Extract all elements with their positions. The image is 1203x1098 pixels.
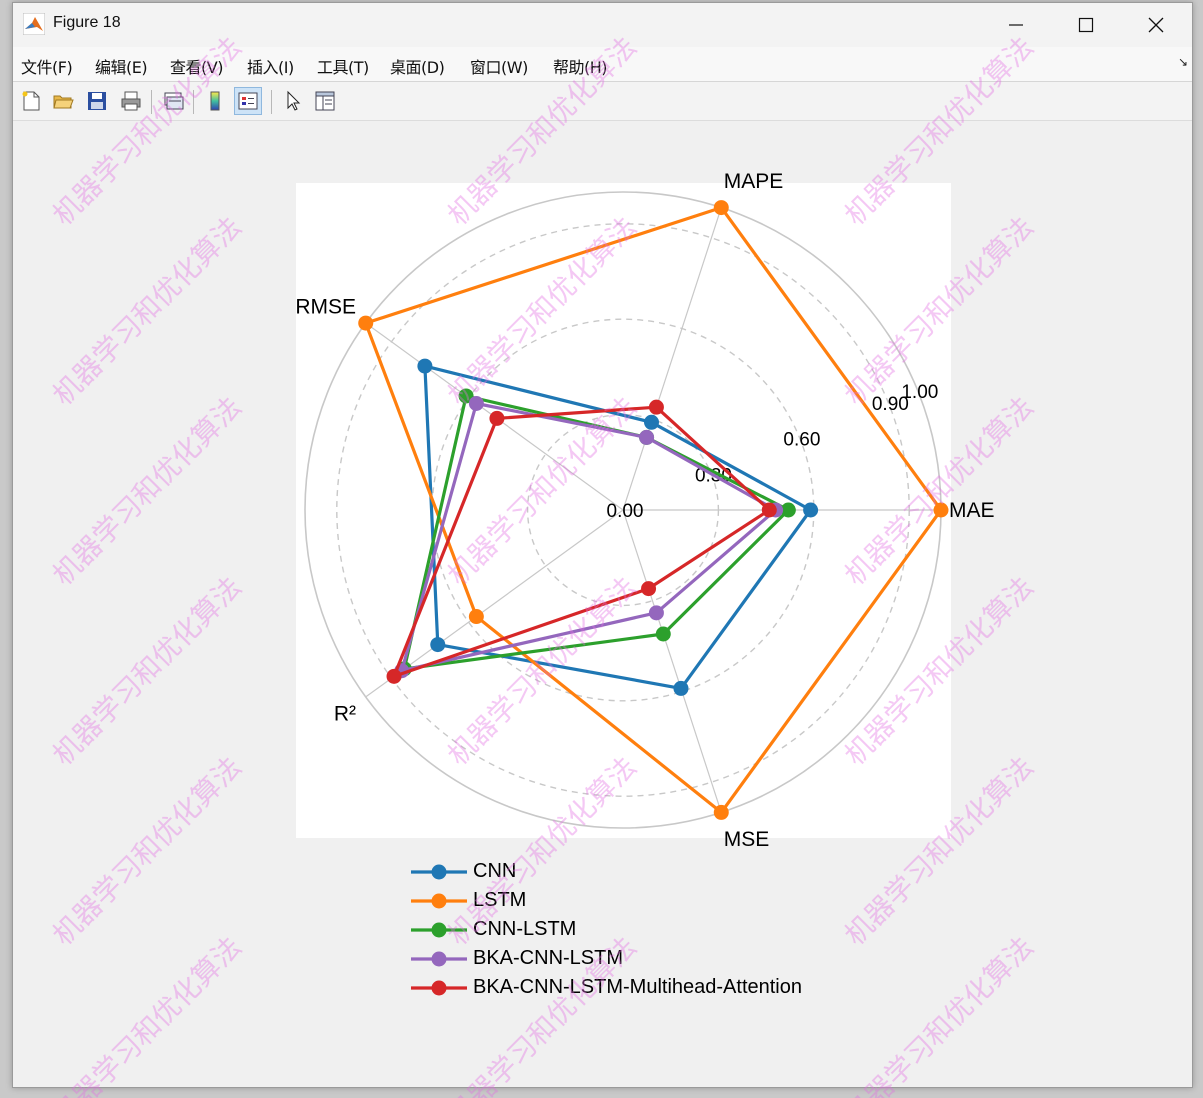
- legend-marker: [431, 922, 447, 937]
- legend-button[interactable]: [234, 87, 262, 115]
- legend-label: BKA-CNN-LSTM-Multihead-Attention: [473, 976, 802, 998]
- data-point: [648, 399, 664, 415]
- radial-tick-label: 0.60: [783, 430, 820, 451]
- data-point: [648, 605, 664, 621]
- print-button[interactable]: [117, 87, 145, 115]
- maximize-button[interactable]: [1052, 3, 1120, 47]
- minimize-icon: [1009, 24, 1023, 26]
- legend-swatch: [411, 864, 467, 879]
- property-inspector-icon: [315, 91, 335, 111]
- axis-label: MSE: [724, 828, 770, 851]
- data-point: [713, 804, 729, 820]
- toolbar-separator: [151, 90, 152, 114]
- data-point: [489, 410, 505, 426]
- window-title: Figure 18: [53, 14, 121, 31]
- edit-plot-button[interactable]: [279, 87, 307, 115]
- legend-label: LSTM: [473, 889, 527, 911]
- legend-item: CNN-LSTM: [409, 915, 849, 944]
- menu-view[interactable]: 查看(V): [170, 54, 223, 78]
- matlab-logo-icon: [23, 13, 45, 35]
- data-point: [641, 581, 657, 597]
- axis-label: R²: [334, 702, 356, 725]
- legend-item: BKA-CNN-LSTM-Multihead-Attention: [409, 973, 849, 1002]
- legend-swatch: [411, 922, 467, 937]
- radial-tick-label: 1.00: [901, 382, 938, 403]
- menu-help[interactable]: 帮助(H): [553, 54, 608, 78]
- property-inspector-button[interactable]: [311, 87, 339, 115]
- save-button[interactable]: [83, 87, 111, 115]
- data-point: [761, 502, 777, 518]
- legend-swatch: [411, 893, 467, 908]
- axis-label: RMSE: [295, 296, 356, 319]
- legend-marker: [431, 980, 447, 995]
- data-point: [639, 429, 655, 445]
- dock-arrow-icon[interactable]: ↘: [1178, 55, 1188, 69]
- data-point: [468, 609, 484, 625]
- legend-marker: [431, 893, 447, 908]
- data-point: [713, 200, 729, 216]
- pointer-icon: [287, 90, 301, 111]
- legend-item: LSTM: [409, 886, 849, 915]
- toolbar-separator: [193, 90, 194, 114]
- data-point: [673, 680, 689, 696]
- menu-bar: 文件(F) 编辑(E) 查看(V) 插入(I) 工具(T) 桌面(D) 窗口(W…: [13, 47, 1192, 82]
- menu-file[interactable]: 文件(F): [21, 54, 73, 78]
- legend-swatch: [411, 951, 467, 966]
- data-point: [933, 502, 949, 518]
- open-file-button[interactable]: [49, 87, 77, 115]
- link-plot-button[interactable]: [159, 87, 187, 115]
- menu-tools[interactable]: 工具(T): [317, 54, 369, 78]
- toolbar-separator: [271, 90, 272, 114]
- colorbar-icon: [210, 91, 220, 111]
- data-point: [386, 668, 402, 684]
- legend-marker: [431, 951, 447, 966]
- data-point: [655, 626, 671, 642]
- axis-label: MAPE: [724, 170, 784, 193]
- legend-label: CNN-LSTM: [473, 918, 577, 940]
- data-point: [643, 414, 659, 430]
- title-bar: Figure 18: [13, 3, 1192, 47]
- legend-icon: [238, 92, 258, 110]
- legend-item: BKA-CNN-LSTM: [409, 944, 849, 973]
- menu-edit[interactable]: 编辑(E): [95, 54, 148, 78]
- new-figure-button[interactable]: [17, 87, 45, 115]
- new-figure-icon: [22, 91, 40, 111]
- save-icon: [88, 92, 106, 110]
- data-point: [803, 502, 819, 518]
- close-icon: [1148, 17, 1164, 33]
- legend-label: BKA-CNN-LSTM: [473, 947, 624, 969]
- maximize-icon: [1078, 17, 1094, 33]
- radial-tick-label: 0.00: [607, 501, 644, 522]
- menu-window[interactable]: 窗口(W): [470, 54, 528, 78]
- figure-window: Figure 18 文件(F) 编辑(E) 查看(V) 插入(I) 工具(T) …: [12, 2, 1193, 1088]
- data-point: [468, 395, 484, 411]
- chart-legend: CNN LSTM CNN-LSTM BKA-CNN-LSTM BKA-CNN-LSTM-…: [409, 857, 849, 1002]
- figure-toolbar: [13, 82, 1192, 121]
- menu-insert[interactable]: 插入(I): [247, 54, 294, 78]
- legend-item: CNN: [409, 857, 849, 886]
- figure-canvas: 0.00 0.30 0.60 0.90 1.00 MAE MAPE RMSE R² MSE CNN…: [13, 121, 1192, 1087]
- legend-label: CNN: [473, 860, 517, 882]
- data-point: [430, 637, 446, 653]
- axis-label: MAE: [949, 499, 995, 522]
- data-point: [417, 358, 433, 374]
- link-plot-icon: [164, 92, 184, 110]
- print-icon: [121, 91, 141, 111]
- legend-swatch: [411, 980, 467, 995]
- data-point: [358, 315, 374, 331]
- open-file-icon: [53, 95, 74, 109]
- legend-marker: [431, 864, 447, 879]
- menu-desktop[interactable]: 桌面(D): [390, 54, 445, 78]
- minimize-button[interactable]: [982, 3, 1050, 47]
- colorbar-button[interactable]: [201, 87, 229, 115]
- close-button[interactable]: [1122, 3, 1190, 47]
